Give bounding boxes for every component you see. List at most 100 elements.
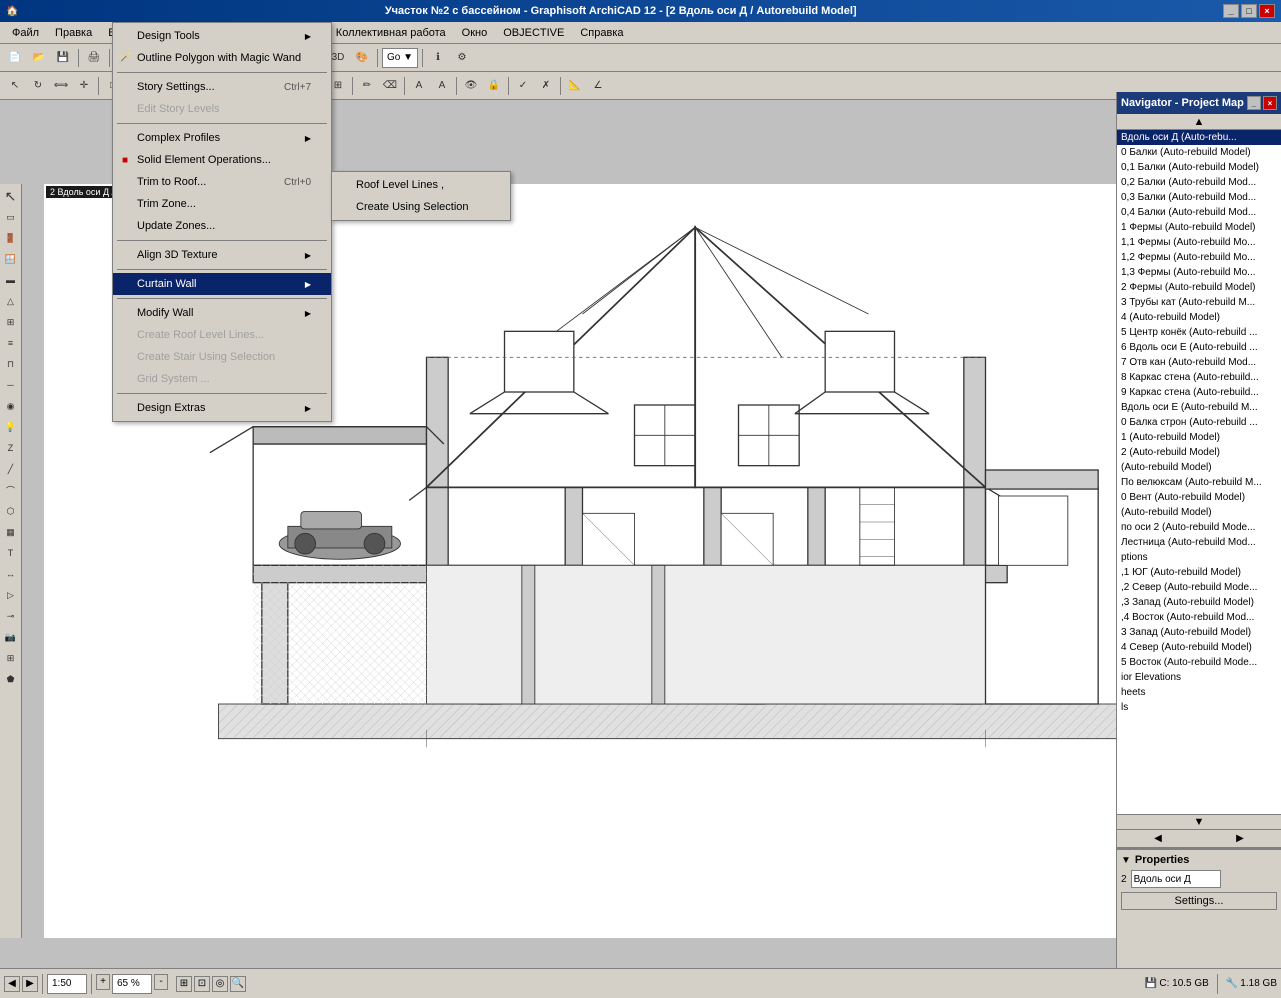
status-prev-btn[interactable]: ◀	[4, 976, 20, 992]
nav-item-14[interactable]: 6 Вдоль оси Е (Auto-rebuild ...	[1117, 340, 1281, 355]
go-field[interactable]: Go ▼	[382, 48, 418, 68]
lt-stair[interactable]: ≡	[1, 333, 21, 353]
menu-help[interactable]: Справка	[572, 23, 631, 43]
lt-door[interactable]: 🚪	[1, 228, 21, 248]
nav-item-9[interactable]: 1,3 Фермы (Auto-rebuild Mo...	[1117, 265, 1281, 280]
zoom-in-btn[interactable]: +	[96, 974, 110, 990]
view-all-btn[interactable]: ⊡	[194, 976, 210, 992]
tb-info[interactable]: ℹ	[427, 47, 449, 69]
tb-save[interactable]: 💾	[52, 47, 74, 69]
lt-dim[interactable]: ↔	[1, 564, 21, 584]
nav-item-34[interactable]: 4 Север (Auto-rebuild Model)	[1117, 640, 1281, 655]
nav-item-25[interactable]: (Auto-rebuild Model)	[1117, 505, 1281, 520]
nav-item-3[interactable]: 0,2 Балки (Auto-rebuild Mod...	[1117, 175, 1281, 190]
lt-object[interactable]: ◉	[1, 396, 21, 416]
lt-beam[interactable]: ─	[1, 375, 21, 395]
lt-slab[interactable]: ▬	[1, 270, 21, 290]
nav-item-27[interactable]: Лестница (Auto-rebuild Mod...	[1117, 535, 1281, 550]
nav-item-13[interactable]: 5 Центр конёк (Auto-rebuild ...	[1117, 325, 1281, 340]
lt-line[interactable]: ╱	[1, 459, 21, 479]
nav-item-16[interactable]: 8 Каркас стена (Auto-rebuild...	[1117, 370, 1281, 385]
lt-column[interactable]: ⊓	[1, 354, 21, 374]
lt-roof[interactable]: △	[1, 291, 21, 311]
nav-scroll-up[interactable]: ▲	[1117, 114, 1281, 130]
lt-zone[interactable]: Z	[1, 438, 21, 458]
lt-curtain[interactable]: ⊞	[1, 648, 21, 668]
nav-item-11[interactable]: 3 Трубы кат (Auto-rebuild M...	[1117, 295, 1281, 310]
dm-align-texture[interactable]: Align 3D Texture ▶	[113, 244, 331, 266]
dm-story-settings[interactable]: Story Settings... Ctrl+7	[113, 76, 331, 98]
lt-lamp[interactable]: 💡	[1, 417, 21, 437]
nav-item-4[interactable]: 0,3 Балки (Auto-rebuild Mod...	[1117, 190, 1281, 205]
nav-item-22[interactable]: (Auto-rebuild Model)	[1117, 460, 1281, 475]
props-value-input[interactable]	[1131, 870, 1221, 888]
nav-item-26[interactable]: по оси 2 (Auto-rebuild Mode...	[1117, 520, 1281, 535]
tb-open[interactable]: 📂	[28, 47, 50, 69]
titlebar-controls[interactable]: _ □ ×	[1223, 4, 1275, 18]
menu-edit[interactable]: Правка	[47, 23, 100, 43]
nav-item-20[interactable]: 1 (Auto-rebuild Model)	[1117, 430, 1281, 445]
dm-curtain-wall[interactable]: Curtain Wall ▶	[113, 273, 331, 295]
nav-minimize-btn[interactable]: _	[1247, 96, 1261, 110]
lt-text[interactable]: T	[1, 543, 21, 563]
dm-update-zones[interactable]: Update Zones...	[113, 215, 331, 237]
lt-section[interactable]: ⊸	[1, 606, 21, 626]
nav-item-35[interactable]: 5 Восток (Auto-rebuild Mode...	[1117, 655, 1281, 670]
nav-item-15[interactable]: 7 Отв кан (Auto-rebuild Mod...	[1117, 355, 1281, 370]
lt-label[interactable]: ▷	[1, 585, 21, 605]
maximize-btn[interactable]: □	[1241, 4, 1257, 18]
settings-button[interactable]: Settings...	[1121, 892, 1277, 910]
nav-item-1[interactable]: 0 Балки (Auto-rebuild Model)	[1117, 145, 1281, 160]
dm-edit-story[interactable]: Edit Story Levels	[113, 98, 331, 120]
view-fit-btn[interactable]: ⊞	[176, 976, 192, 992]
tb-render[interactable]: 🎨	[351, 47, 373, 69]
nav-item-37[interactable]: heets	[1117, 685, 1281, 700]
lt-arc[interactable]: ⌒	[1, 480, 21, 500]
nav-item-10[interactable]: 2 Фермы (Auto-rebuild Model)	[1117, 280, 1281, 295]
nav-item-2[interactable]: 0,1 Балки (Auto-rebuild Model)	[1117, 160, 1281, 175]
dm-design-tools[interactable]: Design Tools ▶	[113, 25, 331, 47]
nav-item-36[interactable]: ior Elevations	[1117, 670, 1281, 685]
nav-item-17[interactable]: 9 Каркас стена (Auto-rebuild...	[1117, 385, 1281, 400]
nav-item-7[interactable]: 1,1 Фермы (Auto-rebuild Mo...	[1117, 235, 1281, 250]
dm-solid-element[interactable]: ■ Solid Element Operations...	[113, 149, 331, 171]
lt-arrow[interactable]: ↖	[1, 186, 21, 206]
lt-wall[interactable]: ▭	[1, 207, 21, 227]
lt-morph[interactable]: ⬟	[1, 669, 21, 689]
dm-modify-wall[interactable]: Modify Wall ▶	[113, 302, 331, 324]
nav-item-21[interactable]: 2 (Auto-rebuild Model)	[1117, 445, 1281, 460]
close-btn[interactable]: ×	[1259, 4, 1275, 18]
nav-item-19[interactable]: 0 Балка строн (Auto-rebuild ...	[1117, 415, 1281, 430]
nav-item-33[interactable]: 3 Запад (Auto-rebuild Model)	[1117, 625, 1281, 640]
tb-print[interactable]: 🖨	[83, 47, 105, 69]
nav-item-29[interactable]: ,1 ЮГ (Auto-rebuild Model)	[1117, 565, 1281, 580]
nav-item-28[interactable]: ptions	[1117, 550, 1281, 565]
dm-create-roof-lines[interactable]: Create Roof Level Lines...	[113, 324, 331, 346]
nav-item-38[interactable]: ls	[1117, 700, 1281, 715]
tb-settings2[interactable]: ⚙	[451, 47, 473, 69]
nav-item-12[interactable]: 4 (Auto-rebuild Model)	[1117, 310, 1281, 325]
dm-design-extras[interactable]: Design Extras ▶	[113, 397, 331, 419]
nav-item-0[interactable]: Вдоль оси Д (Auto-rebu...	[1117, 130, 1281, 145]
nav-item-32[interactable]: ,4 Восток (Auto-rebuild Mod...	[1117, 610, 1281, 625]
nav-item-6[interactable]: 1 Фермы (Auto-rebuild Model)	[1117, 220, 1281, 235]
cw-sub-create-selection[interactable]: Create Using Selection	[332, 196, 510, 218]
navigator-controls[interactable]: _ ×	[1247, 96, 1277, 110]
nav-item-31[interactable]: ,3 Запад (Auto-rebuild Model)	[1117, 595, 1281, 610]
lt-poly[interactable]: ⬡	[1, 501, 21, 521]
nav-prev-btn[interactable]: ◀	[1117, 830, 1199, 847]
dm-outline-polygon[interactable]: 🪄 Outline Polygon with Magic Wand	[113, 47, 331, 69]
zoom-out-btn[interactable]: -	[154, 974, 168, 990]
menu-teamwork[interactable]: Коллективная работа	[328, 23, 454, 43]
lt-camera[interactable]: 📷	[1, 627, 21, 647]
view-select-btn[interactable]: ◎	[212, 976, 228, 992]
navigator-list[interactable]: Вдоль оси Д (Auto-rebu... 0 Балки (Auto-…	[1117, 130, 1281, 814]
nav-item-5[interactable]: 0,4 Балки (Auto-rebuild Mod...	[1117, 205, 1281, 220]
nav-item-24[interactable]: 0 Вент (Auto-rebuild Model)	[1117, 490, 1281, 505]
cw-sub-roof-lines[interactable]: Roof Level Lines ,	[332, 174, 510, 196]
lt-mesh[interactable]: ⊞	[1, 312, 21, 332]
minimize-btn[interactable]: _	[1223, 4, 1239, 18]
view-zoom-btn[interactable]: 🔍	[230, 976, 246, 992]
nav-item-30[interactable]: ,2 Север (Auto-rebuild Mode...	[1117, 580, 1281, 595]
dm-create-stair[interactable]: Create Stair Using Selection	[113, 346, 331, 368]
